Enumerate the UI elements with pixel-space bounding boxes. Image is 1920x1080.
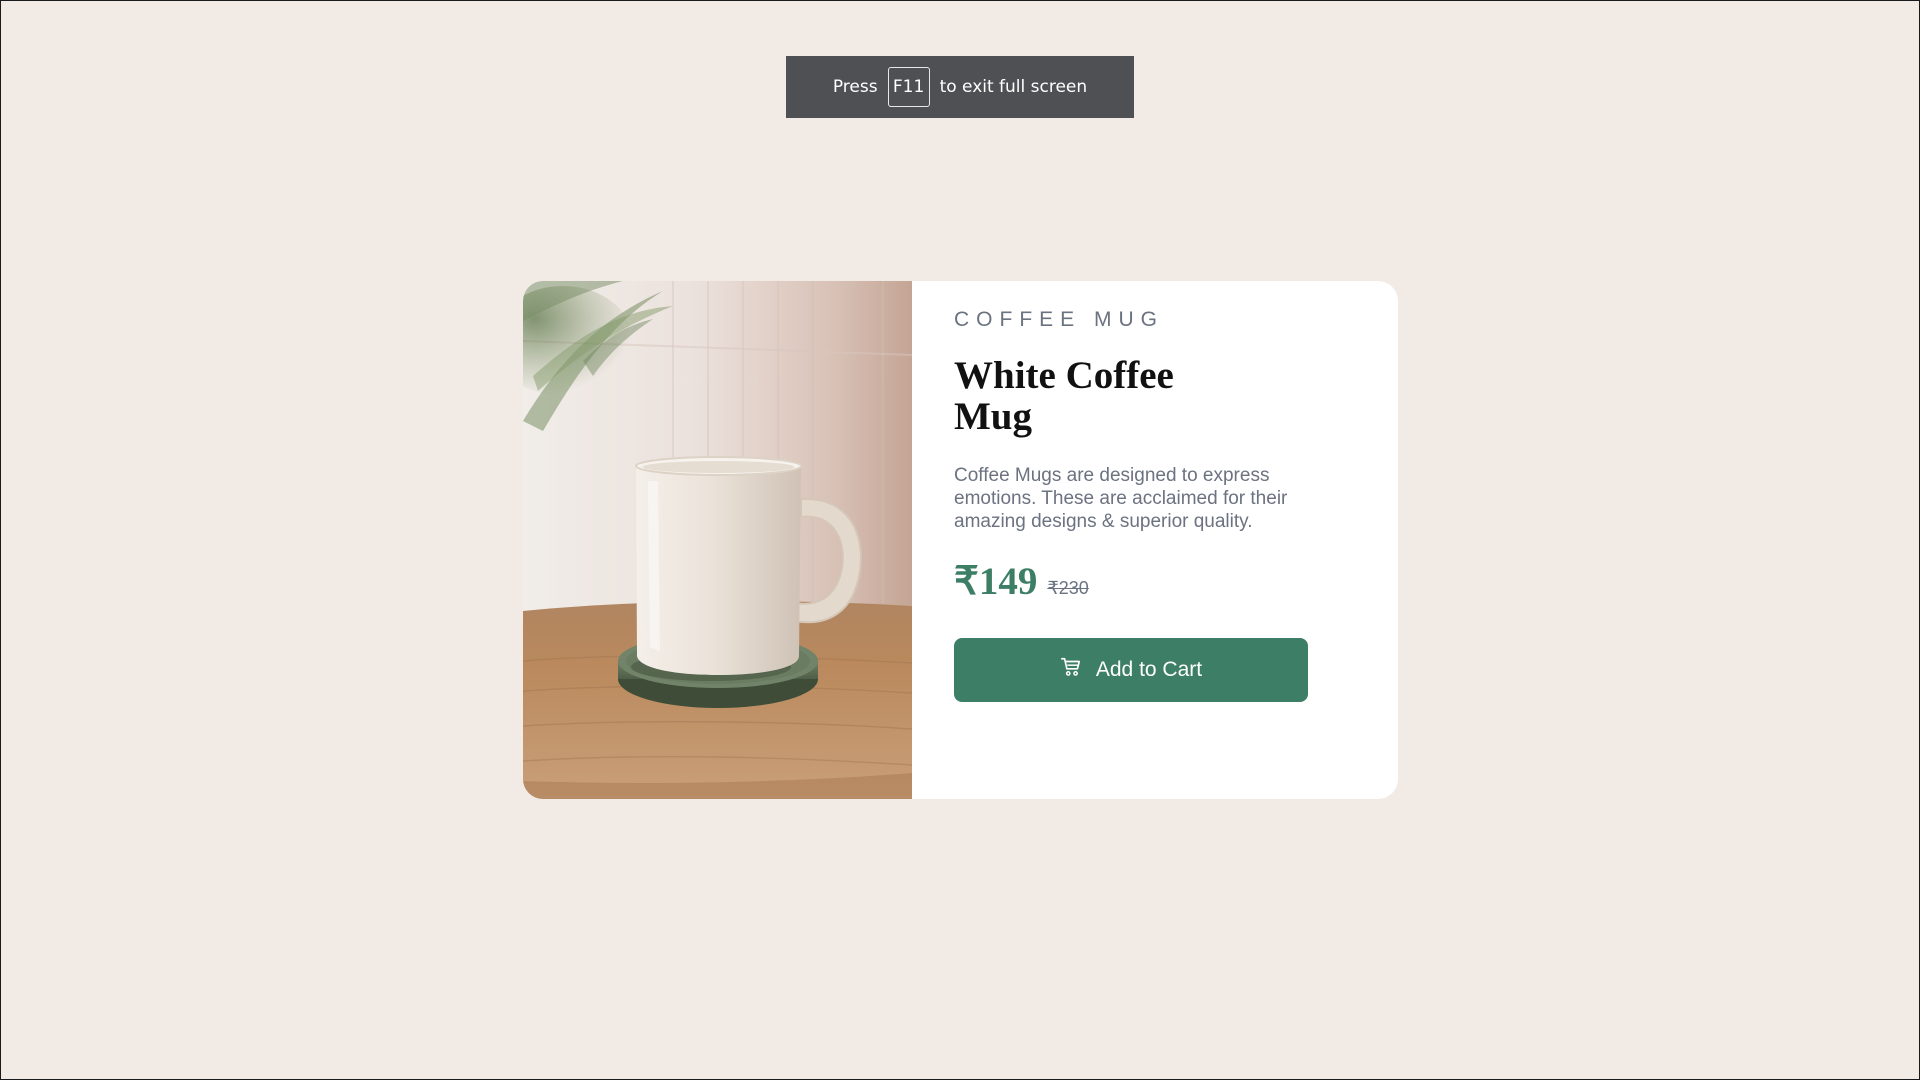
price-row: ₹149 ₹230	[954, 559, 1398, 604]
add-to-cart-label: Add to Cart	[1095, 658, 1203, 682]
fullscreen-notice-prefix: Press	[832, 77, 878, 97]
product-image	[523, 281, 912, 799]
product-details: COFFEE MUG White Coffee Mug Coffee Mugs …	[912, 281, 1398, 799]
product-category: COFFEE MUG	[954, 308, 1164, 331]
shopping-cart-icon	[1060, 658, 1080, 676]
f11-key-badge: F11	[887, 67, 930, 107]
product-title: White Coffee Mug	[954, 354, 1174, 439]
product-description: Coffee Mugs are designed to express emot…	[954, 465, 1288, 533]
product-card: COFFEE MUG White Coffee Mug Coffee Mugs …	[523, 281, 1398, 799]
fullscreen-notice: Press F11 to exit full screen	[786, 56, 1134, 118]
fullscreen-notice-suffix: to exit full screen	[939, 77, 1088, 97]
original-price: ₹230	[1047, 578, 1089, 599]
current-price: ₹149	[954, 560, 1038, 604]
add-to-cart-button[interactable]: Add to Cart	[954, 638, 1308, 703]
coffee-mug-photo	[523, 281, 912, 799]
